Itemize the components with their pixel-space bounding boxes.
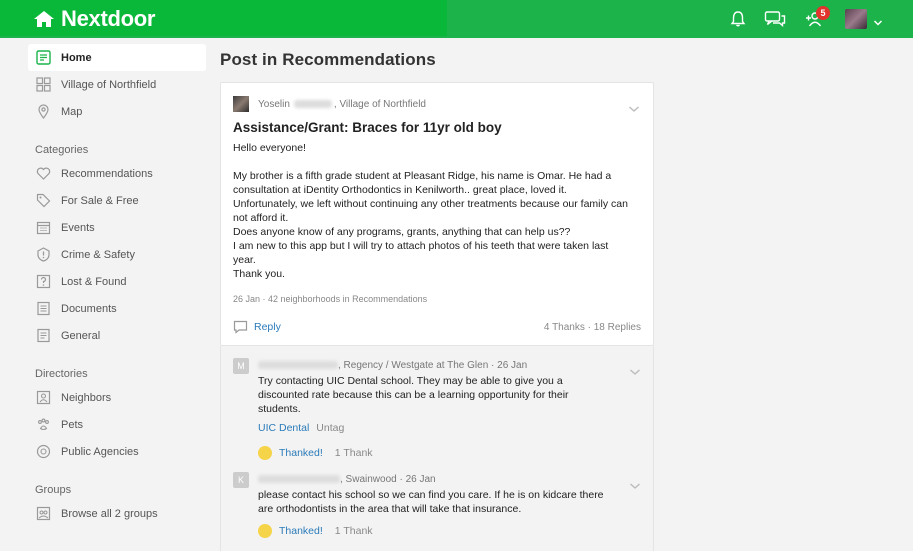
tagged-business-link[interactable]: UIC Dental xyxy=(258,422,309,434)
business-tag: UIC Dental Untag xyxy=(258,422,344,434)
sidebar-item-label: For Sale & Free xyxy=(61,194,139,207)
neighborhood-icon xyxy=(35,77,51,93)
comment-text: Try contacting UIC Dental school. They m… xyxy=(258,375,569,415)
sidebar-item-for-sale[interactable]: For Sale & Free xyxy=(28,187,206,214)
blurred-author-name[interactable] xyxy=(258,475,340,484)
sidebar-item-neighborhood[interactable]: Village of Northfield xyxy=(28,71,206,98)
list-icon xyxy=(35,328,51,344)
comments-section: M , Regency / Westgate at The Glen · 26 … xyxy=(220,346,654,551)
thank-count[interactable]: 1 Thank xyxy=(335,525,373,537)
left-sidebar: Home Village of Northfield Map Categorie… xyxy=(28,44,206,527)
map-pin-icon xyxy=(35,104,51,120)
author-location[interactable]: , Village of Northfield xyxy=(334,99,426,110)
smiley-thank-icon[interactable] xyxy=(258,524,272,538)
thank-row: Thanked! 1 Thank xyxy=(258,524,373,538)
categories-heading: Categories xyxy=(35,144,89,156)
smiley-thank-icon[interactable] xyxy=(258,446,272,460)
comment-author-meta: , Swainwood · 26 Jan xyxy=(340,474,436,485)
blurred-surname xyxy=(293,100,332,108)
page-title: Post in Recommendations xyxy=(220,50,436,69)
author-avatar[interactable] xyxy=(233,96,249,112)
comment-avatar[interactable]: K xyxy=(233,472,249,488)
sidebar-item-neighbors[interactable]: Neighbors xyxy=(28,384,206,411)
blurred-author-name[interactable] xyxy=(258,361,338,370)
post-title[interactable]: Assistance/Grant: Braces for 11yr old bo… xyxy=(233,120,502,135)
thanked-button[interactable]: Thanked! xyxy=(279,447,323,459)
document-icon xyxy=(35,301,51,317)
groups-heading: Groups xyxy=(35,484,72,496)
sidebar-item-events[interactable]: Events xyxy=(28,214,206,241)
sidebar-item-browse-groups[interactable]: Browse all 2 groups xyxy=(28,500,206,527)
sidebar-item-crime-safety[interactable]: Crime & Safety xyxy=(28,241,206,268)
sidebar-item-label: Crime & Safety xyxy=(61,248,135,261)
calendar-icon xyxy=(35,220,51,236)
sidebar-item-label: Events xyxy=(61,221,95,234)
group-icon xyxy=(35,506,51,522)
sidebar-item-public-agencies[interactable]: Public Agencies xyxy=(28,438,206,465)
top-navigation-bar: Nextdoor 5 xyxy=(0,0,913,38)
sidebar-item-label: Home xyxy=(61,51,92,64)
post-author-row: Yoselin , Village of Northfield xyxy=(233,96,426,112)
sidebar-item-documents[interactable]: Documents xyxy=(28,295,206,322)
sidebar-item-label: Neighbors xyxy=(61,391,112,404)
reply-label: Reply xyxy=(254,321,281,333)
sidebar-item-label: Browse all 2 groups xyxy=(61,507,158,520)
sidebar-item-label: Documents xyxy=(61,302,117,315)
comment-options-chevron-icon[interactable] xyxy=(629,477,641,495)
thank-count[interactable]: 1 Thank xyxy=(335,447,373,459)
sidebar-item-label: General xyxy=(61,329,101,342)
messages-icon[interactable] xyxy=(764,9,786,29)
tag-icon xyxy=(35,193,51,209)
notification-badge[interactable]: 5 xyxy=(816,6,830,20)
sidebar-item-label: Public Agencies xyxy=(61,445,139,458)
home-icon xyxy=(35,50,51,66)
house-logo-icon xyxy=(34,11,54,27)
sidebar-item-label: Pets xyxy=(61,418,84,431)
reply-icon xyxy=(233,320,248,334)
directories-heading: Directories xyxy=(35,368,88,380)
post-body: Hello everyone! My brother is a fifth gr… xyxy=(233,142,628,280)
sidebar-item-label: Village of Northfield xyxy=(61,78,157,91)
shield-icon xyxy=(35,247,51,263)
thank-row: Thanked! 1 Thank xyxy=(258,446,373,460)
paw-icon xyxy=(35,417,51,433)
badge-icon xyxy=(35,444,51,460)
question-icon xyxy=(35,274,51,290)
sidebar-item-home[interactable]: Home xyxy=(28,44,206,71)
sidebar-item-recommendations[interactable]: Recommendations xyxy=(28,160,206,187)
author-name[interactable]: Yoselin xyxy=(258,99,290,110)
profile-avatar[interactable] xyxy=(845,9,867,29)
thanked-button[interactable]: Thanked! xyxy=(279,525,323,537)
sidebar-item-label: Lost & Found xyxy=(61,275,127,288)
post-meta[interactable]: 26 Jan · 42 neighborhoods in Recommendat… xyxy=(233,294,427,304)
sidebar-item-label: Map xyxy=(61,105,83,118)
post-options-chevron-icon[interactable] xyxy=(628,100,640,118)
nextdoor-logo[interactable]: Nextdoor xyxy=(33,6,155,32)
heart-icon xyxy=(35,166,51,182)
reply-button[interactable]: Reply xyxy=(233,320,281,334)
comment-avatar[interactable]: M xyxy=(233,358,249,374)
sidebar-item-lost-found[interactable]: Lost & Found xyxy=(28,268,206,295)
sidebar-item-map[interactable]: Map xyxy=(28,98,206,125)
sidebar-item-label: Recommendations xyxy=(61,167,153,180)
bell-icon[interactable] xyxy=(727,9,749,29)
comment-header: , Regency / Westgate at The Glen · 26 Ja… xyxy=(258,360,527,371)
comment-author-meta: , Regency / Westgate at The Glen · 26 Ja… xyxy=(338,360,528,371)
comment-options-chevron-icon[interactable] xyxy=(629,363,641,381)
chevron-down-icon[interactable] xyxy=(873,14,883,32)
brand-name: Nextdoor xyxy=(61,6,156,31)
post-card: Yoselin , Village of Northfield Assistan… xyxy=(220,82,654,346)
sidebar-item-pets[interactable]: Pets xyxy=(28,411,206,438)
sidebar-item-general[interactable]: General xyxy=(28,322,206,349)
post-stats[interactable]: 4 Thanks · 18 Replies xyxy=(544,322,641,333)
comment-text: please contact his school so we can find… xyxy=(258,489,604,515)
untag-button[interactable]: Untag xyxy=(316,422,344,434)
comment-header: , Swainwood · 26 Jan xyxy=(258,474,436,485)
person-icon xyxy=(35,390,51,406)
